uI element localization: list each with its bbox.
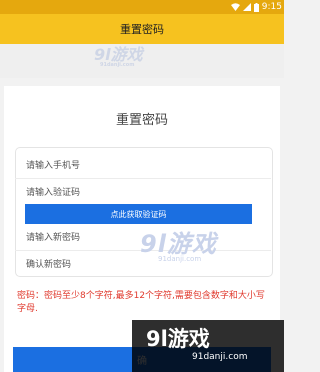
watermark-top: 9l游戏 91danji.com xyxy=(94,41,143,68)
status-icons: 9:15 xyxy=(230,1,282,13)
wifi-icon xyxy=(230,3,240,11)
brand-logo: 9l游戏 xyxy=(146,327,210,351)
signal-icon xyxy=(242,3,251,11)
status-bar: 9:15 xyxy=(0,0,284,14)
phone-input[interactable]: 请输入手机号 xyxy=(26,153,256,175)
watermark-middle: 9l游戏 91danji.com xyxy=(140,224,217,263)
verification-code-input[interactable]: 请输入验证码 xyxy=(26,180,256,202)
password-hint: 密码：密码至少8个字符,最多12个字符,需要包含数字和大小写字母. xyxy=(17,291,265,314)
battery-icon xyxy=(253,2,259,12)
get-code-button[interactable]: 点此获取验证码 xyxy=(25,204,252,224)
status-time: 9:15 xyxy=(261,2,282,12)
card-title: 重置密码 xyxy=(115,113,168,128)
watermark-logo: 9l游戏 xyxy=(140,230,217,258)
brand-url: 91danji.com xyxy=(192,352,248,362)
app-bar: 重置密码 xyxy=(0,14,284,44)
page-title: 重置密码 xyxy=(120,23,164,36)
brand-overlay: 9l游戏 91danji.com xyxy=(132,320,284,372)
divider xyxy=(15,178,271,179)
